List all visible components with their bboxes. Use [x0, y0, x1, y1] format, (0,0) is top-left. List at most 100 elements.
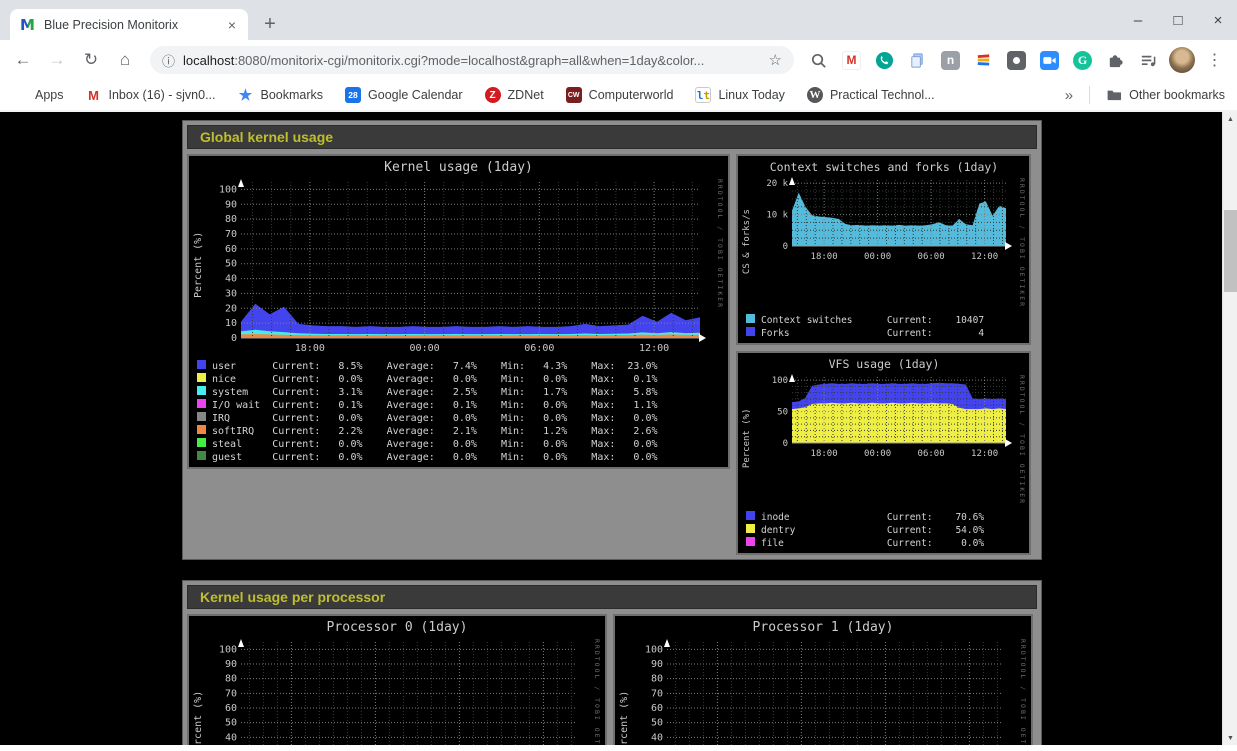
- copy-pages-extension-icon[interactable]: [903, 45, 932, 75]
- url-text[interactable]: localhost:8080/monitorix-cgi/monitorix.c…: [183, 53, 761, 68]
- bookmark-apps[interactable]: Apps: [12, 87, 64, 103]
- svg-text:80: 80: [225, 214, 237, 225]
- bookmark-bookmarks[interactable]: ★ Bookmarks: [238, 87, 324, 103]
- svg-text:60: 60: [225, 703, 237, 714]
- browser-tab[interactable]: M M Blue Precision Monitorix ×: [10, 9, 248, 40]
- svg-text:30: 30: [225, 288, 237, 299]
- context-switches-plot: 010 k20 k18:0000:0006:0012:00: [756, 175, 1014, 263]
- bookmarks-overflow-chevron[interactable]: »: [1065, 87, 1073, 104]
- graph-processor-1[interactable]: Processor 1 (1day) Percent (%) 010203040…: [613, 614, 1033, 745]
- svg-text:00:00: 00:00: [864, 449, 891, 459]
- legend-row: I/O wait Current: 0.1% Average: 0.1% Min…: [197, 398, 724, 411]
- svg-text:00:00: 00:00: [864, 252, 891, 262]
- gmail-icon: M: [86, 87, 102, 103]
- legend-text: softIRQ Current: 2.2% Average: 2.1% Min:…: [212, 426, 658, 437]
- legend-swatch: [197, 425, 206, 434]
- voice-extension-icon[interactable]: [870, 45, 899, 75]
- svg-text:70: 70: [225, 689, 237, 700]
- page-content: Global kernel usage Kernel usage (1day) …: [0, 112, 1237, 745]
- section-global-kernel-usage: Global kernel usage Kernel usage (1day) …: [182, 120, 1042, 560]
- bookmark-inbox[interactable]: M Inbox (16) - sjvn0...: [86, 87, 216, 103]
- bookmarks-divider: [1089, 86, 1090, 104]
- legend-text: dentry Current: 54.0%: [761, 525, 984, 536]
- legend-text: IRQ Current: 0.0% Average: 0.0% Min: 0.0…: [212, 413, 658, 424]
- bookmark-practical-technology[interactable]: W Practical Technol...: [807, 87, 935, 103]
- monitorix-favicon-icon: M M: [20, 17, 36, 33]
- bookmark-star-icon[interactable]: ☆: [769, 51, 782, 69]
- legend-text: user Current: 8.5% Average: 7.4% Min: 4.…: [212, 361, 658, 372]
- toolbar: ← → ↻ ⌂ ⓘ localhost:8080/monitorix-cgi/m…: [0, 40, 1237, 80]
- graph-context-switches[interactable]: Context switches and forks (1day) CS & f…: [736, 154, 1031, 345]
- graph-title: Context switches and forks (1day): [742, 158, 1026, 175]
- new-tab-button[interactable]: +: [256, 10, 284, 38]
- legend-text: inode Current: 70.6%: [761, 512, 984, 523]
- svg-text:20: 20: [225, 303, 237, 314]
- graph-processor-0[interactable]: Processor 0 (1day) Percent (%) 010203040…: [187, 614, 607, 745]
- minimize-button[interactable]: –: [1131, 12, 1145, 29]
- grammarly-extension-icon[interactable]: G: [1068, 45, 1097, 75]
- tab-close-icon[interactable]: ×: [226, 17, 238, 33]
- svg-text:20 k: 20 k: [766, 179, 788, 189]
- device-extension-icon[interactable]: [1002, 45, 1031, 75]
- bottom-edge: [0, 745, 1237, 751]
- legend-swatch: [746, 537, 755, 546]
- camera-extension-icon[interactable]: [1035, 45, 1064, 75]
- reload-button[interactable]: ↻: [76, 45, 106, 75]
- svg-text:90: 90: [651, 659, 663, 670]
- calendar-icon: 28: [345, 87, 361, 103]
- bookmark-zdnet[interactable]: Z ZDNet: [485, 87, 544, 103]
- url-host: localhost: [183, 53, 234, 68]
- legend-swatch: [197, 360, 206, 369]
- legend-text: I/O wait Current: 0.1% Average: 0.1% Min…: [212, 400, 658, 411]
- svg-text:100: 100: [772, 376, 788, 386]
- svg-text:50: 50: [777, 408, 788, 418]
- graph-kernel-usage[interactable]: Kernel usage (1day) Percent (%) 01020304…: [187, 154, 730, 469]
- zdnet-icon: Z: [485, 87, 501, 103]
- address-bar[interactable]: ⓘ localhost:8080/monitorix-cgi/monitorix…: [150, 46, 794, 74]
- back-button[interactable]: ←: [8, 45, 38, 75]
- svg-text:06:00: 06:00: [918, 252, 945, 262]
- y-axis-label: Percent (%): [193, 176, 207, 354]
- playlist-icon[interactable]: [1134, 45, 1163, 75]
- page-info-icon[interactable]: ⓘ: [162, 51, 175, 70]
- books-extension-icon[interactable]: [969, 45, 998, 75]
- svg-text:0: 0: [783, 439, 788, 449]
- other-bookmarks[interactable]: Other bookmarks: [1106, 87, 1225, 103]
- home-button[interactable]: ⌂: [110, 45, 140, 75]
- processor-1-plot: 010203040506070809010018:0000:0006:0012:…: [633, 636, 1015, 745]
- svg-text:100: 100: [219, 184, 237, 195]
- browser-window: M M Blue Precision Monitorix × + – □ × ←…: [0, 0, 1237, 751]
- window-controls: – □ ×: [1131, 0, 1225, 40]
- vertical-scrollbar[interactable]: ▲ ▼: [1222, 112, 1237, 745]
- profile-avatar[interactable]: [1167, 45, 1196, 75]
- legend-swatch: [746, 327, 755, 336]
- legend-swatch: [746, 524, 755, 533]
- search-icon[interactable]: [804, 45, 833, 75]
- legend-text: file Current: 0.0%: [761, 538, 984, 549]
- linux-today-icon: lt: [695, 87, 711, 103]
- svg-text:12:00: 12:00: [971, 252, 998, 262]
- svg-text:0: 0: [783, 242, 788, 252]
- app-extension-icon[interactable]: n: [936, 45, 965, 75]
- scroll-up-icon[interactable]: ▲: [1223, 112, 1237, 126]
- svg-text:90: 90: [225, 659, 237, 670]
- legend-text: nice Current: 0.0% Average: 0.0% Min: 0.…: [212, 374, 658, 385]
- puzzle-extensions-icon[interactable]: [1101, 45, 1130, 75]
- legend-swatch: [197, 373, 206, 382]
- maximize-button[interactable]: □: [1171, 12, 1185, 29]
- close-button[interactable]: ×: [1211, 12, 1225, 29]
- gmail-extension-icon[interactable]: M: [837, 45, 866, 75]
- legend-text: system Current: 3.1% Average: 2.5% Min: …: [212, 387, 658, 398]
- star-icon: ★: [238, 87, 254, 103]
- menu-kebab-icon[interactable]: ⋮: [1200, 45, 1229, 75]
- bookmark-google-calendar[interactable]: 28 Google Calendar: [345, 87, 463, 103]
- svg-text:18:00: 18:00: [811, 449, 838, 459]
- svg-text:80: 80: [225, 674, 237, 685]
- bookmark-linux-today[interactable]: lt Linux Today: [695, 87, 785, 103]
- legend-row: system Current: 3.1% Average: 2.5% Min: …: [197, 385, 724, 398]
- scroll-down-icon[interactable]: ▼: [1223, 731, 1237, 745]
- graph-vfs-usage[interactable]: VFS usage (1day) Percent (%) 05010018:00…: [736, 351, 1031, 555]
- forward-button[interactable]: →: [42, 45, 72, 75]
- bookmark-computerworld[interactable]: CW Computerworld: [566, 87, 674, 103]
- scrollbar-thumb[interactable]: [1224, 210, 1237, 292]
